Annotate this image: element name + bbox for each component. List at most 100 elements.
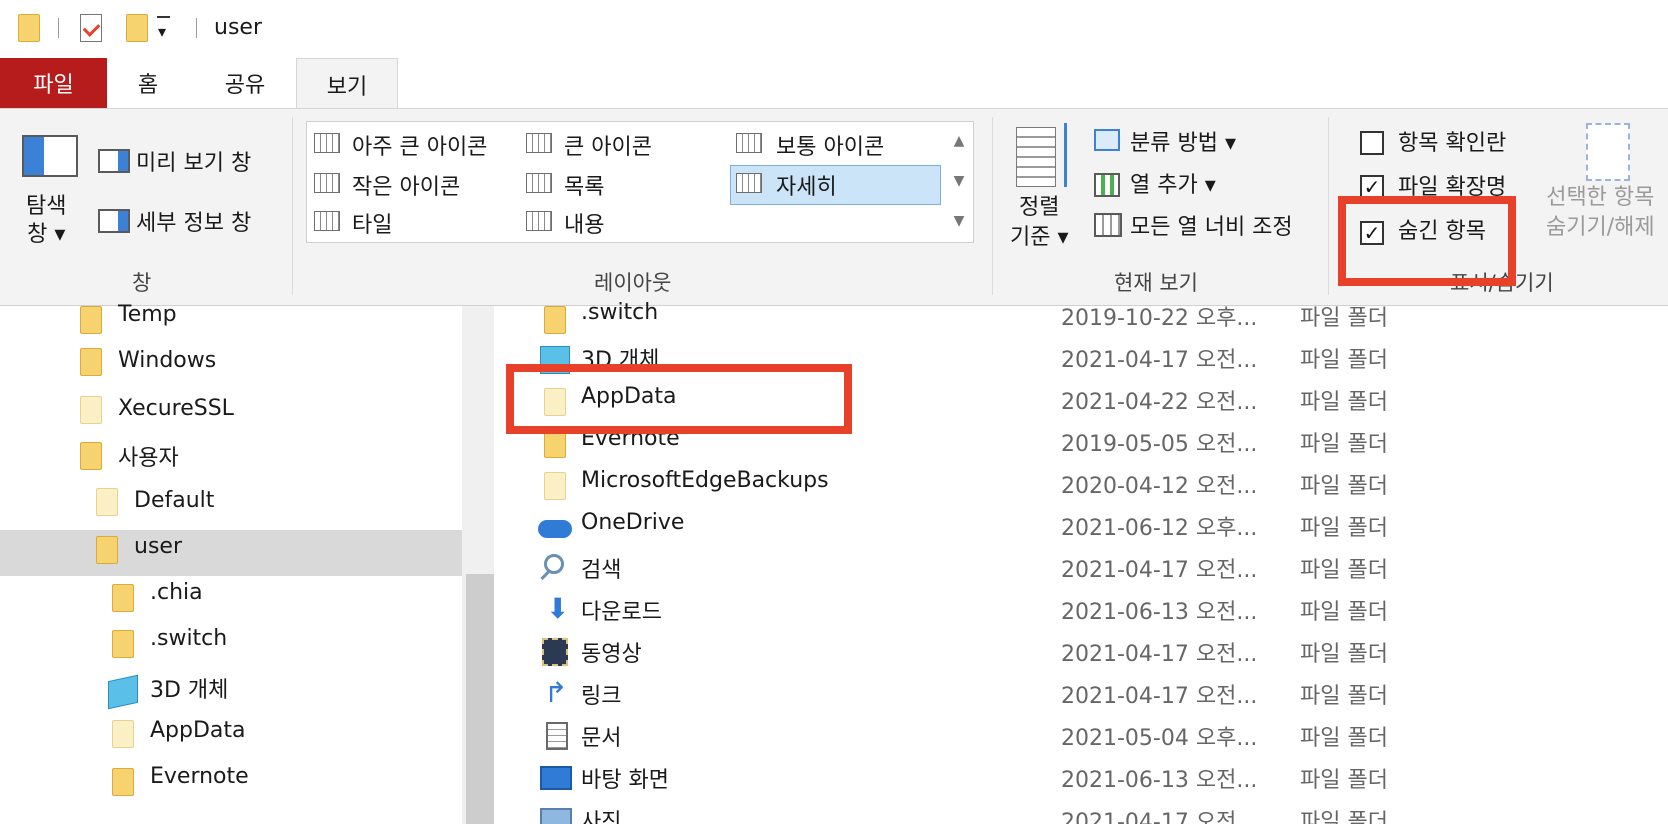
window-title: user <box>214 15 262 40</box>
table-row[interactable]: OneDrive 2021-06-12 오후... 파일 폴더 <box>0 510 1668 550</box>
layout-extra-large-icons[interactable]: 아주 큰 아이콘 <box>352 129 487 161</box>
table-row[interactable]: .switch 2019-10-22 오후... 파일 폴더 <box>0 300 1668 340</box>
tab-view[interactable]: 보기 <box>296 58 398 110</box>
add-columns-icon <box>1094 173 1120 197</box>
file-date: 2021-04-17 오전... <box>1061 348 1258 373</box>
download-icon: ⬇ <box>546 592 570 625</box>
small-icons-icon <box>314 173 340 193</box>
tab-share[interactable]: 공유 <box>210 58 280 108</box>
file-date: 2019-10-22 오후... <box>1061 306 1258 331</box>
layout-small-icons[interactable]: 작은 아이콘 <box>352 169 460 201</box>
onedrive-icon <box>538 520 572 538</box>
link-icon: ↱ <box>544 676 568 709</box>
desktop-icon <box>540 766 572 790</box>
group-divider <box>992 117 993 295</box>
table-row[interactable]: ↱ 링크 2021-04-17 오전... 파일 폴더 <box>0 678 1668 718</box>
gallery-scroll-up-icon[interactable]: ▲ <box>946 121 972 161</box>
details-pane-button[interactable]: 세부 정보 창 <box>136 205 251 237</box>
file-date: 2021-06-13 오전... <box>1061 600 1258 625</box>
layout-list[interactable]: 목록 <box>564 169 604 201</box>
file-name: OneDrive <box>581 510 685 535</box>
new-folder-icon[interactable] <box>126 14 148 42</box>
item-checkboxes-checkbox[interactable] <box>1360 131 1384 155</box>
ribbon-tabs: 파일 홈 공유 보기 <box>0 58 1668 110</box>
sort-by-button[interactable]: 정렬 기준 ▾ <box>1010 193 1069 253</box>
navigation-pane-button[interactable]: 탐색 창 ▾ <box>26 193 66 249</box>
layout-medium-icons[interactable]: 보통 아이콘 <box>776 129 884 161</box>
file-type: 파일 폴더 <box>1300 516 1388 541</box>
layout-details[interactable]: 자세히 <box>776 169 837 201</box>
details-icon <box>736 173 762 193</box>
sort-arrow-icon <box>1064 123 1067 187</box>
group-divider <box>1328 117 1329 295</box>
list-icon <box>526 173 552 193</box>
preview-pane-button[interactable]: 미리 보기 창 <box>136 145 251 177</box>
folder-icon <box>544 430 566 458</box>
customize-toolbar-icon[interactable]: ▾ <box>158 22 166 41</box>
folder-hidden-icon <box>544 472 566 500</box>
file-name: 링크 <box>581 684 622 709</box>
file-type: 파일 폴더 <box>1300 600 1388 625</box>
file-type: 파일 폴더 <box>1300 684 1388 709</box>
table-row[interactable]: 사진 2021-04-17 오전... 파일 폴더 <box>0 804 1668 824</box>
hide-selected-button[interactable]: 선택한 항목 숨기기/해제 <box>1546 183 1655 243</box>
layout-tiles[interactable]: 타일 <box>352 207 392 239</box>
video-icon <box>542 638 568 666</box>
add-columns-button[interactable]: 열 추가 ▾ <box>1130 167 1216 199</box>
group-by-button[interactable]: 분류 방법 ▾ <box>1130 125 1236 157</box>
highlight-hidden-items <box>1338 196 1516 286</box>
file-type: 파일 폴더 <box>1300 768 1388 793</box>
table-row[interactable]: 검색 2021-04-17 오전... 파일 폴더 <box>0 552 1668 592</box>
table-row[interactable]: 동영상 2021-04-17 오전... 파일 폴더 <box>0 636 1668 676</box>
table-row[interactable]: MicrosoftEdgeBackups 2020-04-12 오전... 파일… <box>0 468 1668 508</box>
file-type: 파일 폴더 <box>1300 810 1388 824</box>
fit-columns-icon <box>1094 213 1122 237</box>
file-name: 바탕 화면 <box>581 768 669 793</box>
tab-file[interactable]: 파일 <box>0 58 107 108</box>
file-date: 2019-05-05 오전... <box>1061 432 1258 457</box>
file-date: 2021-06-12 오후... <box>1061 516 1258 541</box>
file-name: 검색 <box>581 558 622 583</box>
file-type: 파일 폴더 <box>1300 348 1388 373</box>
large-icons-icon <box>526 133 552 153</box>
file-type: 파일 폴더 <box>1300 642 1388 667</box>
table-row[interactable]: ⬇ 다운로드 2021-06-13 오전... 파일 폴더 <box>0 594 1668 634</box>
gallery-more-icon[interactable]: ▼ <box>946 201 972 241</box>
toolbar-divider <box>58 18 59 38</box>
layout-large-icons[interactable]: 큰 아이콘 <box>564 129 652 161</box>
preview-pane-icon <box>98 149 130 173</box>
item-checkboxes-label: 항목 확인란 <box>1398 131 1507 156</box>
group-label-pane: 창 <box>132 271 152 295</box>
details-pane-icon <box>98 209 130 233</box>
folder-icon <box>544 306 566 334</box>
file-date: 2020-04-12 오전... <box>1061 474 1258 499</box>
hide-selected-icon <box>1586 123 1630 181</box>
file-date: 2021-04-17 오전... <box>1061 684 1258 709</box>
file-type: 파일 폴더 <box>1300 726 1388 751</box>
properties-icon[interactable] <box>80 14 102 42</box>
search-icon-handle <box>540 570 550 581</box>
pictures-icon <box>540 808 572 824</box>
content-icon <box>526 211 552 231</box>
customize-toolbar-line <box>157 16 170 18</box>
file-name: 문서 <box>581 726 622 751</box>
folder-icon <box>18 14 40 42</box>
gallery-scroll-down-icon[interactable]: ▼ <box>946 161 972 201</box>
table-row[interactable]: 바탕 화면 2021-06-13 오전... 파일 폴더 <box>0 762 1668 802</box>
document-icon <box>546 722 568 750</box>
file-type: 파일 폴더 <box>1300 432 1388 457</box>
sort-by-icon <box>1016 127 1056 187</box>
file-name: 다운로드 <box>581 600 662 625</box>
toolbar-divider <box>196 18 197 38</box>
file-type: 파일 폴더 <box>1300 558 1388 583</box>
navigation-pane-icon <box>22 135 78 177</box>
fit-columns-button[interactable]: 모든 열 너비 조정 <box>1130 209 1293 241</box>
file-date: 2021-04-22 오전... <box>1061 390 1258 415</box>
file-date: 2021-04-17 오전... <box>1061 642 1258 667</box>
title-bar: ▾ user <box>0 0 1668 58</box>
table-row[interactable]: 문서 2021-05-04 오후... 파일 폴더 <box>0 720 1668 760</box>
group-label-current-view: 현재 보기 <box>1114 271 1198 295</box>
layout-content[interactable]: 내용 <box>564 207 604 239</box>
extra-large-icons-icon <box>314 133 340 153</box>
tab-home[interactable]: 홈 <box>118 58 178 108</box>
